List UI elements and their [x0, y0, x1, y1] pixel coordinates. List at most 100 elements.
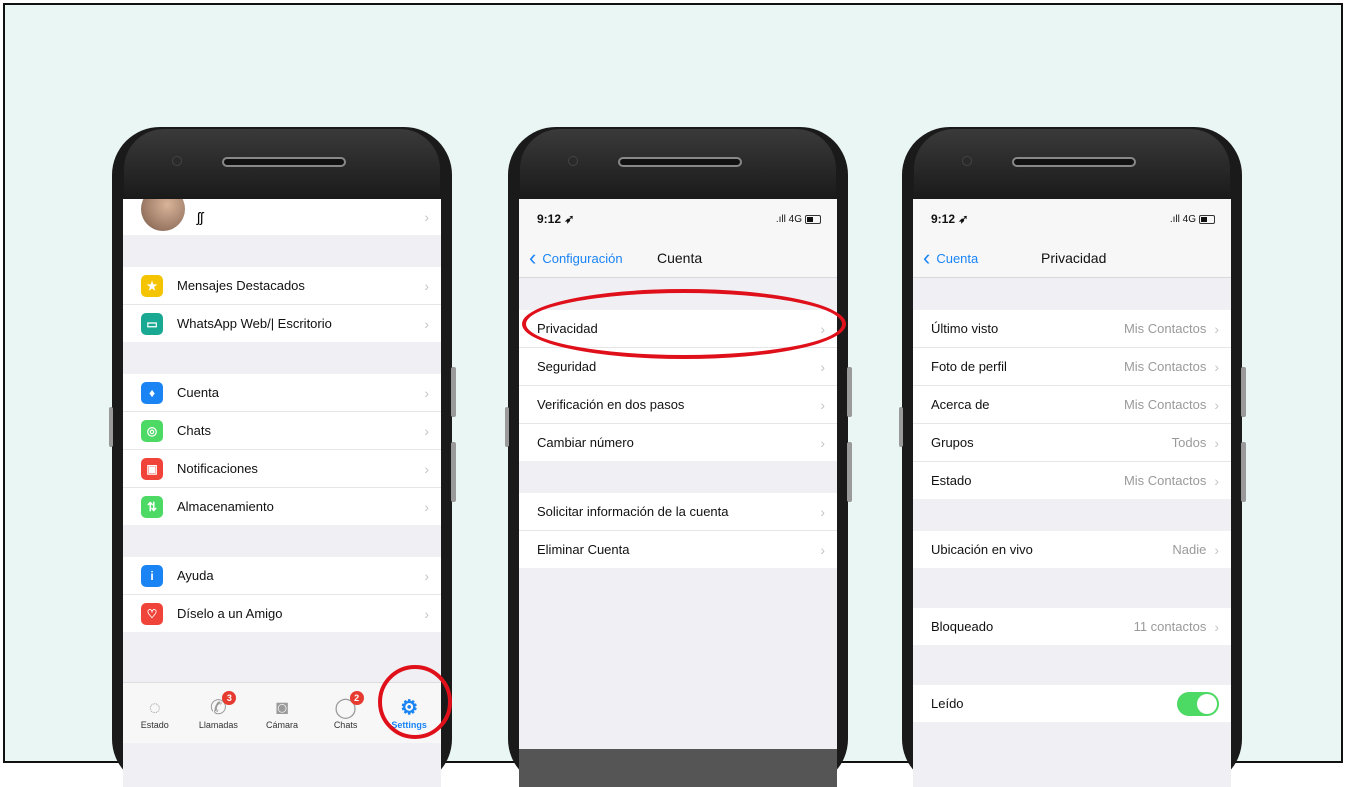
account-screen: 9:12 ➶ .ıll 4G ‹ Configuración Cuenta Pri…: [519, 199, 837, 787]
notification-icon: ▣: [141, 457, 163, 480]
settings-item-mensajes-destacados[interactable]: ★ Mensajes Destacados ›: [123, 267, 441, 305]
tab-label: Estado: [140, 720, 169, 730]
storage-icon: ⇅: [141, 495, 163, 518]
highlight-circle-settings: [378, 665, 452, 739]
row-label: Bloqueado: [931, 619, 994, 634]
status-icon: ◌: [148, 697, 161, 719]
footprints-icon: ʃʃ: [197, 209, 204, 225]
clock: 9:12 ➶: [537, 212, 575, 226]
settings-group-main: ♦ Cuenta › ◎ Chats › ▣ Notificaciones › ⇅ Almacena…: [123, 374, 441, 525]
settings-item-cuenta[interactable]: ♦ Cuenta ›: [123, 374, 441, 412]
chevron-right-icon: ›: [820, 541, 825, 558]
blocked-row[interactable]: Bloqueado 11 contactos ›: [913, 608, 1231, 645]
settings-item-whatsapp-web-escritorio[interactable]: ▭ WhatsApp Web/| Escritorio ›: [123, 305, 441, 342]
back-label: Cuenta: [936, 250, 979, 266]
row-label: WhatsApp Web/| Escritorio: [177, 316, 332, 331]
back-label: Configuración: [542, 250, 623, 266]
page-title: Privacidad: [1041, 250, 1107, 266]
privacy-item-estado[interactable]: Estado Mis Contactos ›: [913, 462, 1231, 499]
settings-group-starred: ★ Mensajes Destacados › ▭ WhatsApp Web/| Esc…: [123, 267, 441, 342]
row-label: Ayuda: [177, 568, 214, 583]
row-label: Leído: [931, 696, 964, 711]
back-button[interactable]: ‹ Cuenta: [913, 247, 979, 269]
row-label: Estado: [931, 473, 972, 488]
front-camera: [172, 156, 182, 166]
row-label: Chats: [177, 423, 211, 438]
row-value: Mis Contactos: [1123, 359, 1207, 374]
status-bar: 9:12 ➶ .ıll 4G: [519, 199, 837, 239]
tab-chats[interactable]: ◯ 2 Chats: [314, 683, 378, 743]
chevron-right-icon: ›: [1214, 396, 1219, 413]
tab-label: Chats: [333, 720, 358, 730]
chevron-right-icon: ›: [424, 277, 429, 294]
battery-icon: [1199, 214, 1215, 224]
tab-estado[interactable]: ◌ Estado: [123, 683, 187, 743]
star-icon: ★: [141, 274, 163, 297]
privacy-group-blocked: Bloqueado 11 contactos ›: [913, 608, 1231, 645]
key-icon: ♦: [141, 381, 163, 404]
laptop-icon: ▭: [141, 312, 163, 335]
row-value: Nadie: [1172, 542, 1207, 557]
settings-item-notificaciones[interactable]: ▣ Notificaciones ›: [123, 450, 441, 488]
chevron-right-icon: ›: [424, 315, 429, 332]
account-item-cambiar-numero[interactable]: Cambiar número ›: [519, 424, 837, 461]
privacy-item-ultimo-visto[interactable]: Último visto Mis Contactos ›: [913, 310, 1231, 348]
row-value: Mis Contactos: [1123, 321, 1207, 336]
clock: 9:12 ➶: [931, 212, 969, 226]
account-item-solicitar-informacion-de-la-cuenta[interactable]: Solicitar información de la cuenta ›: [519, 493, 837, 531]
highlight-circle-privacy: [522, 289, 846, 359]
tab-label: Cámara: [265, 720, 298, 730]
read-receipts-row: Leído: [913, 685, 1231, 722]
chevron-right-icon: ›: [1214, 320, 1219, 337]
account-group-data: Solicitar información de la cuenta › Elimi…: [519, 493, 837, 568]
row-label: Solicitar información de la cuenta: [537, 504, 729, 519]
settings-item-almacenamiento[interactable]: ⇅ Almacenamiento ›: [123, 488, 441, 525]
badge-count: 2: [349, 691, 364, 705]
tab-llamadas[interactable]: ✆ 3 Llamadas: [187, 683, 251, 743]
account-item-verificacion-en-dos-pasos[interactable]: Verificación en dos pasos ›: [519, 386, 837, 424]
phone-privacy: 9:12 ➶ .ıll 4G ‹ Cuenta Privacidad Último…: [899, 127, 1246, 787]
row-value: Mis Contactos: [1123, 473, 1207, 488]
row-label: Notificaciones: [177, 461, 258, 476]
heart-icon: ♡: [141, 602, 163, 625]
slide-background: ʃʃ › ★ Mensajes Destacados › ▭ WhatsApp Web/…: [3, 3, 1343, 787]
account-item-eliminar-cuenta[interactable]: Eliminar Cuenta ›: [519, 531, 837, 568]
row-label: Díselo a un Amigo: [177, 606, 283, 621]
privacy-item-acerca-de[interactable]: Acerca de Mis Contactos ›: [913, 386, 1231, 424]
privacy-item-grupos[interactable]: Grupos Todos ›: [913, 424, 1231, 462]
chevron-right-icon: ›: [424, 498, 429, 515]
read-receipts-toggle[interactable]: [1177, 691, 1219, 716]
nav-bar: ‹ Cuenta Privacidad: [913, 239, 1231, 278]
privacy-group-read: Leído: [913, 685, 1231, 722]
row-label: Cambiar número: [537, 435, 634, 450]
chevron-right-icon: ›: [820, 358, 825, 375]
live-location-row[interactable]: Ubicación en vivo Nadie ›: [913, 531, 1231, 568]
camera-icon: ◙: [275, 697, 289, 719]
battery-icon: [805, 214, 821, 224]
row-label: Último visto: [931, 321, 999, 336]
row-label: Ubicación en vivo: [931, 542, 1033, 557]
row-label: Almacenamiento: [177, 499, 274, 514]
status-bar: 9:12 ➶ .ıll 4G: [913, 199, 1231, 239]
speaker-grille: [222, 157, 346, 167]
chevron-right-icon: ›: [424, 460, 429, 477]
tab-label: Llamadas: [198, 720, 238, 730]
settings-item-chats[interactable]: ◎ Chats ›: [123, 412, 441, 450]
row-value: Todos: [1171, 435, 1207, 450]
signal-indicator: .ıll 4G: [1169, 213, 1196, 225]
row-label: Seguridad: [537, 359, 597, 374]
chevron-right-icon: ›: [1214, 358, 1219, 375]
privacy-group-main: Último visto Mis Contactos › Foto de perfil…: [913, 310, 1231, 499]
chevron-right-icon: ›: [1214, 541, 1219, 558]
badge-count: 3: [222, 691, 237, 705]
tab-camara[interactable]: ◙ Cámara: [250, 683, 314, 743]
profile-row[interactable]: ʃʃ ›: [123, 199, 441, 235]
page-title: Cuenta: [657, 250, 703, 266]
privacy-item-foto-de-perfil[interactable]: Foto de perfil Mis Contactos ›: [913, 348, 1231, 386]
whatsapp-icon: ◎: [141, 419, 163, 442]
chevron-right-icon: ›: [1214, 434, 1219, 451]
row-label: Grupos: [931, 435, 974, 450]
back-button[interactable]: ‹ Configuración: [519, 247, 623, 269]
settings-item-diselo-a-un-amigo[interactable]: ♡ Díselo a un Amigo ›: [123, 595, 441, 632]
settings-item-ayuda[interactable]: i Ayuda ›: [123, 557, 441, 595]
